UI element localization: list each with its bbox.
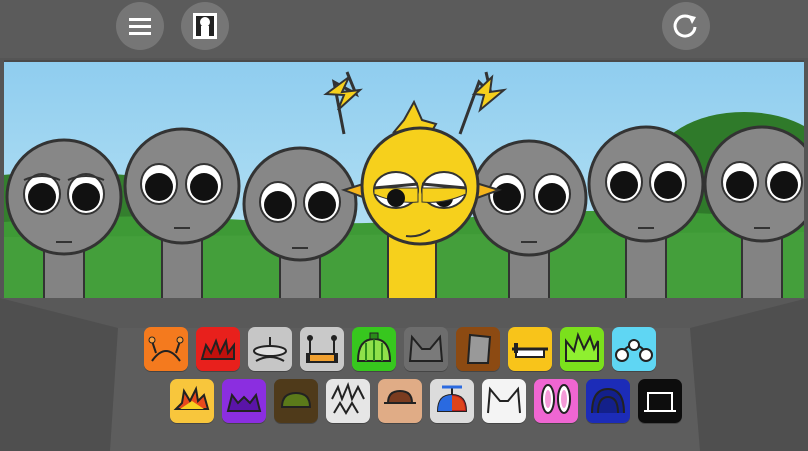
stage-scene <box>4 60 804 303</box>
tan-cap-tile[interactable] <box>378 379 422 423</box>
hamburger-menu-icon <box>127 15 153 37</box>
lime-spiky-hair-tile[interactable] <box>560 327 604 371</box>
portrait-icon <box>190 11 220 41</box>
yellow-helmet-visor-tile[interactable] <box>508 327 552 371</box>
navy-hood-tile[interactable] <box>586 379 630 423</box>
grey-halo-disc-tile[interactable] <box>248 327 292 371</box>
black-frame-tile[interactable] <box>638 379 682 423</box>
orange-antenna-headband-tile[interactable] <box>144 327 188 371</box>
white-scribble-hair-tile[interactable] <box>326 379 370 423</box>
cyan-headphones-tile[interactable] <box>612 327 656 371</box>
reset-button[interactable] <box>662 2 710 50</box>
pink-bunny-ears-tile[interactable] <box>534 379 578 423</box>
gallery-button[interactable] <box>181 2 229 50</box>
dark-olive-cap-tile[interactable] <box>274 379 318 423</box>
silver-antenna-headset-tile[interactable] <box>300 327 344 371</box>
white-cat-ears-tile[interactable] <box>482 379 526 423</box>
menu-button[interactable] <box>116 2 164 50</box>
green-melon-cap-tile[interactable] <box>352 327 396 371</box>
yellow-crown-spikes-tile[interactable] <box>170 379 214 423</box>
floor-shading <box>0 298 808 451</box>
brown-hat-tile[interactable] <box>456 327 500 371</box>
red-spiky-hair-tile[interactable] <box>196 327 240 371</box>
propeller-beanie-tile[interactable] <box>430 379 474 423</box>
reload-icon <box>671 11 701 41</box>
grey-cat-ears-tile[interactable] <box>404 327 448 371</box>
purple-horned-hair-tile[interactable] <box>222 379 266 423</box>
